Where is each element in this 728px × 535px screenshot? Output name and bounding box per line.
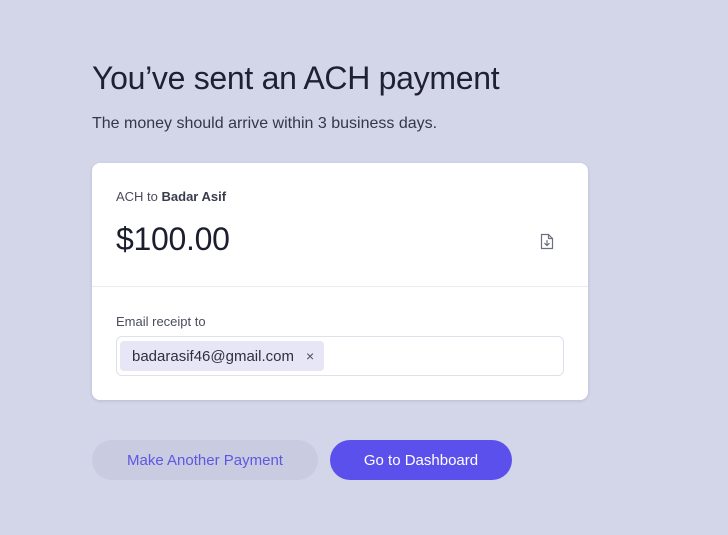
email-chip-label: badarasif46@gmail.com: [132, 347, 294, 365]
page-subtitle: The money should arrive within 3 busines…: [92, 115, 438, 132]
recipient-name: Badar Asif: [161, 189, 227, 204]
payment-amount: $100.00: [116, 221, 230, 257]
file-download-icon[interactable]: [538, 231, 556, 251]
make-another-payment-button[interactable]: Make Another Payment: [92, 440, 318, 480]
payment-card: ACH to Badar Asif $100.00 Email receipt …: [92, 163, 588, 400]
payment-summary: ACH to Badar Asif $100.00: [92, 163, 588, 287]
recipient-line: ACH to Badar Asif: [116, 189, 226, 204]
payment-method-label: ACH to: [116, 189, 162, 204]
email-receipt-label: Email receipt to: [116, 314, 206, 329]
email-chip: badarasif46@gmail.com ×: [120, 341, 325, 371]
go-to-dashboard-button[interactable]: Go to Dashboard: [330, 440, 512, 480]
remove-email-icon[interactable]: ×: [306, 349, 314, 363]
email-receipt-field[interactable]: badarasif46@gmail.com ×: [116, 336, 564, 376]
page-title: You’ve sent an ACH payment: [92, 60, 500, 96]
